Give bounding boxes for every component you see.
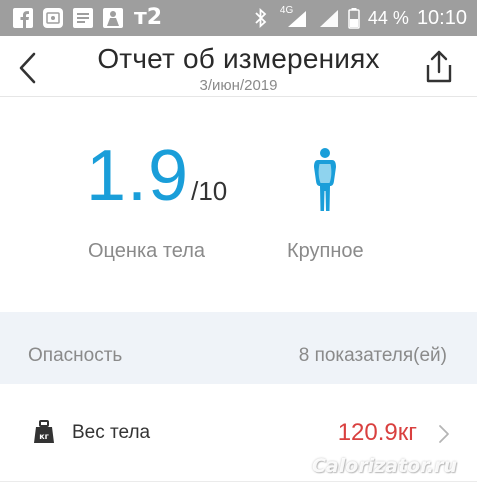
risk-label: Опасность <box>28 345 123 366</box>
report-date: 3/июн/2019 <box>199 77 278 94</box>
bluetooth-icon <box>250 7 272 29</box>
risk-section-header: Опасность 8 показателя(ей) <box>0 312 477 384</box>
status-bar: т2 4G 44 % 10:10 <box>0 0 477 36</box>
body-score: 1.9/10 <box>86 140 227 212</box>
share-button[interactable] <box>421 48 457 86</box>
app-header: Отчет об измерениях 3/июн/2019 <box>0 36 477 97</box>
image-notification-icon <box>42 7 64 29</box>
app-notification-icon <box>102 7 124 29</box>
body-score-label: Оценка тела <box>88 240 206 262</box>
share-icon <box>426 50 452 83</box>
facebook-icon <box>12 7 34 29</box>
watermark: Calorizator.ru <box>311 455 457 477</box>
metric-label: Вес тела <box>72 422 151 443</box>
body-figure-icon <box>309 147 341 213</box>
body-type-label: Крупное <box>287 240 364 262</box>
divider <box>0 481 477 482</box>
status-bar-system: 4G 44 % 10:10 <box>250 4 467 32</box>
clock: 10:10 <box>416 6 467 29</box>
chevron-right-icon <box>437 424 451 444</box>
carrier-mark: т2 <box>134 5 163 30</box>
weight-kg-icon: кг <box>33 420 55 444</box>
message-icon <box>72 7 94 29</box>
battery-percent: 44 % <box>367 7 409 28</box>
metric-value: 120.9кг <box>337 419 417 446</box>
status-bar-notifications: т2 <box>12 5 162 30</box>
signal-icon <box>318 7 340 29</box>
network-type-label: 4G <box>279 5 294 16</box>
risk-count: 8 показателя(ей) <box>298 345 447 366</box>
weight-icon-text: кг <box>39 432 49 441</box>
body-score-max: /10 <box>191 176 228 206</box>
battery-icon <box>348 7 360 29</box>
body-score-value: 1.9 <box>86 136 190 216</box>
page-title: Отчет об измерениях <box>97 43 380 74</box>
signal-icon: 4G <box>279 5 310 29</box>
